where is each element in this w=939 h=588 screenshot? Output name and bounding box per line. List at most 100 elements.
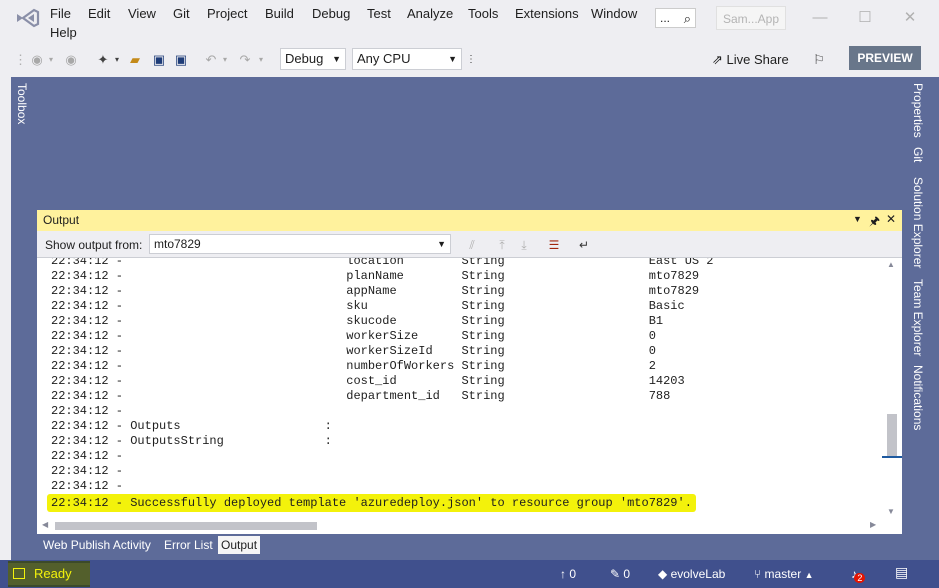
previous-message-icon[interactable]: ⤒ <box>493 237 511 253</box>
log-line: 22:34:12 - <box>51 464 124 478</box>
navigate-back-icon[interactable]: ◉ <box>28 52 46 68</box>
preview-button[interactable]: PREVIEW <box>849 46 921 70</box>
tab-properties[interactable]: Properties <box>911 83 925 138</box>
log-line: 22:34:12 - planName String mto7829 <box>51 269 700 283</box>
platform-dropdown[interactable]: Any CPU ▼ <box>352 48 462 70</box>
horizontal-scrollbar[interactable]: ◀ ▶ <box>37 518 902 534</box>
show-output-from-label: Show output from: <box>45 238 143 252</box>
log-line: 22:34:12 - workerSizeId String 0 <box>51 344 656 358</box>
log-line: 22:34:12 - department_id String 788 <box>51 389 671 403</box>
search-input[interactable]: ... ⌕ <box>655 8 696 28</box>
push-count: 0 <box>569 567 577 581</box>
next-message-icon[interactable]: ⤓ <box>515 237 533 253</box>
log-line: 22:34:12 - appName String mto7829 <box>51 284 700 298</box>
visual-studio-logo-icon <box>17 8 40 28</box>
tab-notifications[interactable]: Notifications <box>911 365 925 430</box>
log-line: 22:34:12 - cost_id String 14203 <box>51 374 685 388</box>
log-line: 22:34:12 - numberOfWorkers String 2 <box>51 359 656 373</box>
menu-help[interactable]: Help <box>50 25 77 40</box>
log-line: 22:34:12 - <box>51 449 124 463</box>
configuration-dropdown[interactable]: Debug ▼ <box>280 48 346 70</box>
menu-tools[interactable]: Tools <box>468 6 498 21</box>
bottom-panel-tabs: Web Publish Activity Error List Output <box>37 534 902 556</box>
menu-git[interactable]: Git <box>173 6 190 21</box>
undo-icon[interactable]: ↶ <box>202 52 220 68</box>
output-window: Output ▼ 🖈 ✕ Show output from: mto7829 ▼… <box>37 210 902 534</box>
repository-status[interactable]: ◆ evolveLab <box>658 566 725 582</box>
menu-project[interactable]: Project <box>207 6 247 21</box>
chevron-down-icon[interactable]: ▾ <box>46 52 56 68</box>
menu-analyze[interactable]: Analyze <box>407 6 453 21</box>
notifications-status[interactable]: ♪ 2 <box>851 566 871 583</box>
feedback-icon[interactable]: ⚐ <box>810 52 828 68</box>
branch-name: master <box>764 567 802 581</box>
minimize-icon[interactable]: — <box>810 8 830 28</box>
search-text: ... <box>660 11 671 25</box>
maximize-icon[interactable]: ☐ <box>855 8 875 28</box>
menu-file[interactable]: File <box>50 6 71 21</box>
clear-all-icon[interactable]: ☰ <box>545 237 563 253</box>
redo-icon[interactable]: ↷ <box>236 52 254 68</box>
menu-edit[interactable]: Edit <box>88 6 110 21</box>
window-position-icon[interactable]: ▼ <box>853 214 862 224</box>
menu-window[interactable]: Window <box>591 6 637 21</box>
status-bar: Ready ↑ 0 ✎ 0 ◆ evolveLab ⑂ master ▲ ♪ 2… <box>0 560 939 588</box>
pending-changes-count: 0 <box>623 567 631 581</box>
toolbar-overflow-icon[interactable]: ⋮ <box>466 52 476 68</box>
output-log[interactable]: 22:34:12 - location String East US 2 22:… <box>37 258 882 518</box>
scroll-left-icon[interactable]: ◀ <box>42 520 48 529</box>
vertical-scrollbar[interactable]: ▲ ▼ <box>882 258 902 518</box>
live-share-label: Live Share <box>726 52 789 67</box>
solution-name-badge[interactable]: Sam...App <box>716 6 786 30</box>
menu-extensions[interactable]: Extensions <box>515 6 579 21</box>
git-repo-icon: ◆ <box>658 567 668 581</box>
ready-status: Ready <box>8 561 90 587</box>
toggle-word-wrap-icon[interactable]: ↵ <box>575 237 593 253</box>
horizontal-scroll-thumb[interactable] <box>55 522 317 530</box>
scroll-up-icon[interactable]: ▲ <box>887 260 895 269</box>
save-all-icon[interactable]: ▣ <box>172 52 190 68</box>
feedback-console-icon[interactable]: ▤ <box>895 564 908 580</box>
pending-changes-status[interactable]: ✎ 0 <box>610 566 630 582</box>
pin-icon[interactable]: 🖈 <box>869 212 880 233</box>
live-share-icon: ⇗ <box>712 52 723 67</box>
tab-team-explorer[interactable]: Team Explorer <box>911 279 925 356</box>
output-source-dropdown[interactable]: mto7829 ▼ <box>149 234 451 254</box>
menu-test[interactable]: Test <box>367 6 391 21</box>
tab-solution-explorer[interactable]: Solution Explorer <box>911 177 925 268</box>
find-message-in-code-icon[interactable]: ⫽ <box>463 237 481 253</box>
tab-toolbox[interactable]: Toolbox <box>15 83 29 124</box>
chevron-down-icon[interactable]: ▾ <box>112 52 122 68</box>
chevron-down-icon[interactable]: ▾ <box>256 52 266 68</box>
toolbar-grip-icon: ⋮ <box>14 52 27 67</box>
live-share-button[interactable]: ⇗ Live Share <box>712 50 789 70</box>
menu-build[interactable]: Build <box>265 6 294 21</box>
scroll-position-marker <box>882 456 902 458</box>
menu-debug[interactable]: Debug <box>312 6 350 21</box>
open-file-icon[interactable]: ▰ <box>126 52 144 68</box>
navigate-forward-icon[interactable]: ◉ <box>62 52 80 68</box>
log-line: 22:34:12 - sku String Basic <box>51 299 685 313</box>
menu-view[interactable]: View <box>128 6 156 21</box>
branch-status[interactable]: ⑂ master ▲ <box>754 566 814 583</box>
save-icon[interactable]: ▣ <box>150 52 168 68</box>
standard-toolbar: ⋮ ◉ ▾ ◉ ✦ ▾ ▰ ▣ ▣ ↶ ▾ ↷ ▾ Debug ▼ Any CP… <box>0 44 939 77</box>
log-line: 22:34:12 - Outputs : <box>51 419 332 433</box>
vertical-scroll-thumb[interactable] <box>887 414 897 456</box>
close-icon[interactable]: ✕ <box>900 8 920 28</box>
scroll-down-icon[interactable]: ▼ <box>887 507 895 516</box>
new-project-icon[interactable]: ✦ <box>94 52 112 68</box>
arrow-up-icon: ↑ <box>560 567 566 581</box>
log-line: 22:34:12 - <box>51 479 124 493</box>
tab-error-list[interactable]: Error List <box>161 536 216 554</box>
tab-web-publish-activity[interactable]: Web Publish Activity <box>40 536 154 554</box>
push-status[interactable]: ↑ 0 <box>560 566 576 582</box>
tab-output[interactable]: Output <box>218 536 261 554</box>
chevron-down-icon: ▼ <box>448 54 457 64</box>
output-window-title: Output <box>43 213 80 227</box>
scroll-right-icon[interactable]: ▶ <box>870 520 876 529</box>
close-icon[interactable]: ✕ <box>886 212 896 226</box>
chevron-down-icon[interactable]: ▾ <box>220 52 230 68</box>
platform-value: Any CPU <box>357 51 411 66</box>
tab-git[interactable]: Git <box>911 147 925 162</box>
